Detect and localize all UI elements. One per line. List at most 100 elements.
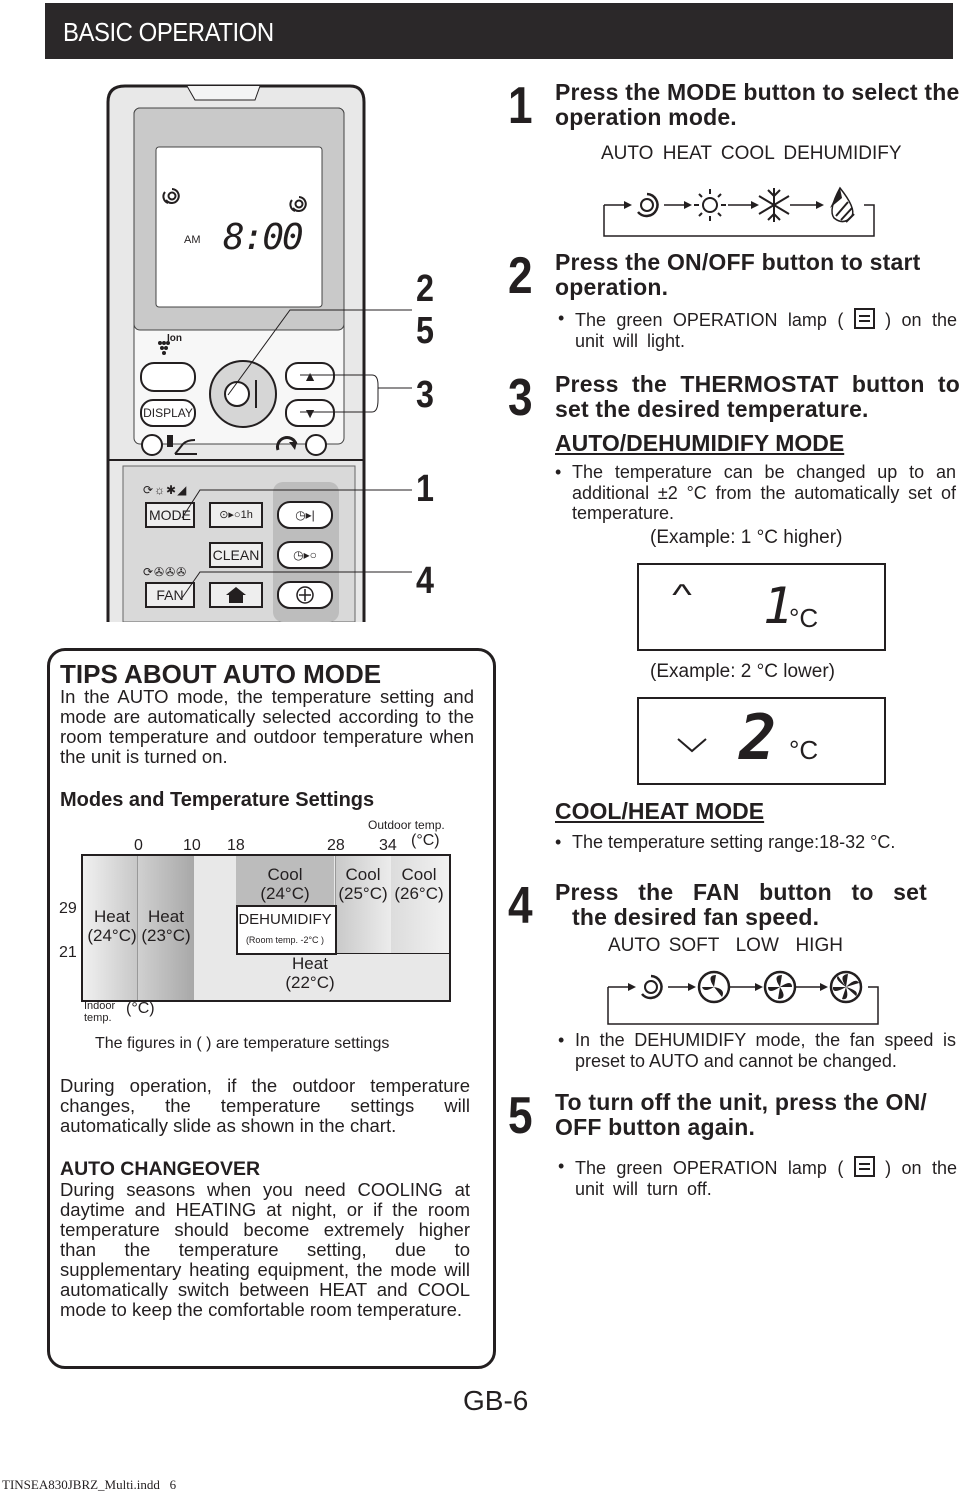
fan-button[interactable]: FAN [145, 582, 195, 608]
display-button[interactable]: DISPLAY [140, 399, 196, 427]
chart-title: Modes and Temperature Settings [60, 789, 375, 811]
mode-cycle-labels: AUTO HEAT COOL DEHUMIDIFY [601, 143, 902, 164]
triangle-up-icon: ▲ [303, 368, 317, 384]
callout-2: 2 [416, 268, 434, 310]
timer-1h-button-label: ⊙▸○1h [219, 509, 253, 521]
x-axis-label: Outdoor temp. [368, 818, 445, 832]
ion-button[interactable] [140, 362, 196, 392]
region-label: Cool (24°C) [260, 865, 310, 903]
modes-temperature-chart: Outdoor temp. (°C) 0 10 18 28 34 29 21 H… [50, 816, 490, 1026]
step-heading: Press the THERMOSTAT button to set the d… [555, 371, 960, 422]
auto-mode-bullet: The temperature can be changed up to an … [555, 462, 956, 524]
operation-lamp-icon [853, 308, 875, 329]
mode-button[interactable]: MODE [145, 502, 195, 528]
auto-swirl-icon [162, 188, 180, 204]
power-icon [224, 380, 257, 408]
operation-lamp-icon [853, 1156, 875, 1177]
fan-icons-strip: ⟳✇✇✇ [143, 565, 188, 579]
step-number: 4 [508, 877, 533, 935]
fan-soft-icon [697, 970, 731, 1004]
changeover-title: AUTO CHANGEOVER [60, 1158, 261, 1180]
mode-button-label: MODE [149, 507, 191, 523]
page-number: GB-6 [463, 1385, 529, 1416]
lcd-time: 8:00 [223, 217, 304, 258]
region-label: Cool (26°C) [394, 865, 444, 903]
lcd-am-label: AM [184, 234, 201, 246]
timer-1h-button[interactable]: ⊙▸○1h [209, 502, 263, 528]
ion-icon [158, 341, 170, 355]
cool-heat-bullet: The temperature setting range:18-32 °C. [555, 832, 956, 853]
chevron-down-icon [677, 738, 707, 753]
display-button-label: DISPLAY [143, 406, 193, 420]
file-slug: TINSEA830JBRZ_Multi.indd 6 [2, 1477, 177, 1492]
step-number: 3 [508, 369, 533, 427]
y-tick: 29 [59, 900, 77, 917]
auto-dehumidify-mode-heading: AUTO/DEHUMIDIFY MODE [555, 430, 845, 456]
on-timer-icon: ◷▸| [295, 508, 315, 522]
step-heading-line2: the desired fan speed. [572, 904, 820, 930]
step-2-bullet: The green OPERATION lamp ( ) on the unit… [558, 308, 957, 352]
auto-swirl-icon [637, 192, 659, 218]
clean-button[interactable]: CLEAN [209, 542, 263, 568]
droplet-icon [830, 186, 855, 223]
remote-control-illustration: AM 8:00 Ion ▲ DISPLAY ▼ ⟳☼✱◢ MODE ⊙▸○1h … [105, 82, 367, 623]
step-heading: Press the MODE button to select the oper… [555, 79, 960, 130]
x-axis-unit: (°C) [411, 832, 440, 849]
on-timer-button[interactable]: ◷▸| [277, 501, 333, 529]
home-leave-button[interactable] [209, 582, 263, 608]
tips-auto-mode-box: TIPS ABOUT AUTO MODE In the AUTO mode, t… [47, 648, 496, 1369]
callout-4: 4 [416, 560, 434, 602]
x-tick: 34 [379, 837, 397, 854]
section-header: BASIC OPERATION [45, 3, 953, 59]
full-power-button[interactable] [305, 434, 327, 456]
step-heading: To turn off the unit, press the ON/ OFF … [555, 1089, 928, 1140]
off-timer-button[interactable]: ◷▸○ [277, 541, 333, 569]
y-axis-unit: (°C) [126, 1000, 155, 1017]
lcd-unit: °C [789, 735, 819, 765]
auto-swirl-icon [289, 196, 307, 212]
clean-button-label: CLEAN [212, 547, 260, 563]
dehumidify-fan-bullet: In the DEHUMIDIFY mode, the fan speed is… [558, 1030, 956, 1072]
mode-cycle-diagram [603, 186, 875, 237]
y-axis-label: Indoor temp. [84, 1000, 116, 1024]
callout-5: 5 [416, 310, 434, 352]
mode-icons-strip: ⟳☼✱◢ [143, 483, 188, 497]
plus-button[interactable] [277, 581, 333, 609]
temp-up-button[interactable]: ▲ [285, 362, 335, 390]
y-tick: 21 [59, 944, 77, 961]
swing-button[interactable] [141, 434, 163, 456]
tips-intro: In the AUTO mode, the temperature settin… [60, 686, 474, 767]
callout-1: 1 [416, 468, 434, 510]
changeover-text: During seasons when you need COOLING at … [60, 1179, 470, 1320]
lcd-example-lower: 2 °C [637, 697, 886, 785]
temp-down-button[interactable]: ▼ [285, 399, 335, 427]
off-timer-icon: ◷▸○ [293, 548, 317, 562]
fan-cycle-labels: AUTO SOFT LOW HIGH [608, 935, 843, 956]
section-title: BASIC OPERATION [63, 17, 274, 47]
louver-swing-icon [167, 435, 197, 455]
fan-low-icon [763, 970, 797, 1004]
region-label: Heat (24°C) [87, 907, 137, 945]
x-tick: 28 [327, 837, 345, 854]
region-label: DEHUMIDIFY (Room temp. -2°C ) [238, 911, 332, 945]
fan-cycle-diagram [607, 970, 879, 1025]
chevron-up-icon: ^ [672, 579, 692, 612]
step-heading-line1: Press the FAN button to set [555, 879, 927, 905]
step-number: 5 [508, 1087, 533, 1145]
auto-swirl-icon [641, 974, 663, 1000]
region-label: Heat (22°C) [285, 954, 335, 992]
fan-high-icon [829, 970, 863, 1004]
x-tick: 10 [183, 837, 201, 854]
triangle-down-icon: ▼ [303, 405, 317, 421]
chart-note: The figures in ( ) are temperature setti… [95, 1035, 390, 1052]
step-heading: Press the ON/OFF button to start operati… [555, 249, 921, 300]
example-higher-caption: (Example: 1 °C higher) [650, 527, 843, 548]
fan-button-label: FAN [156, 587, 184, 603]
on-off-button[interactable] [209, 360, 277, 428]
full-power-icon [276, 436, 298, 451]
cool-heat-mode-heading: COOL/HEAT MODE [555, 798, 765, 824]
callout-3: 3 [416, 374, 434, 416]
step-number: 2 [508, 247, 533, 305]
house-icon [226, 587, 246, 603]
region-label: Cool (25°C) [338, 865, 388, 903]
